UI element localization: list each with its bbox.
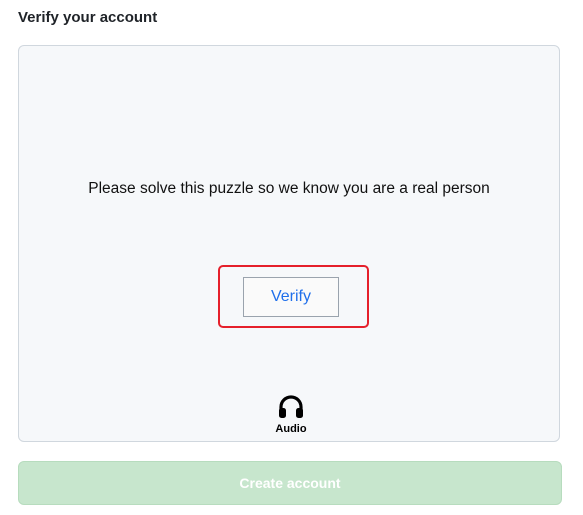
verify-button[interactable]: Verify [243, 277, 339, 317]
section-title: Verify your account [18, 9, 158, 26]
create-account-button[interactable]: Create account [18, 461, 562, 505]
headphones-icon [279, 395, 303, 418]
audio-label: Audio [275, 423, 307, 435]
audio-button[interactable]: Audio [268, 395, 314, 437]
captcha-instruction: Please solve this puzzle so we know you … [88, 180, 490, 197]
captcha-panel: Please solve this puzzle so we know you … [18, 45, 560, 442]
